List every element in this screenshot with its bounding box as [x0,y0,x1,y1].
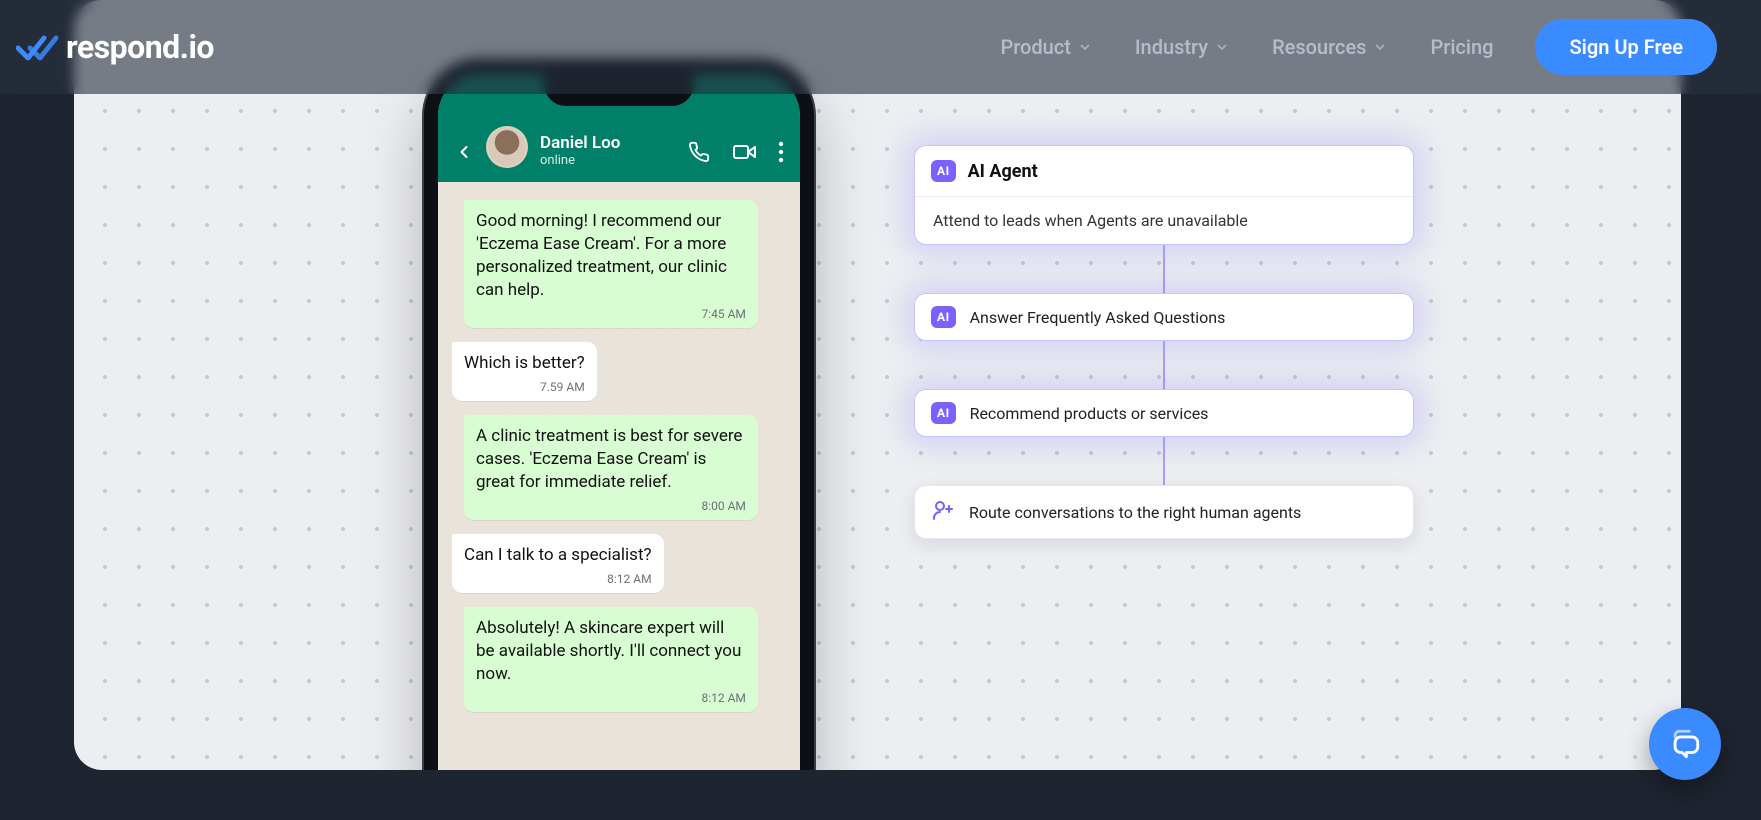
chat-bubble: Absolutely! A skincare expert will be av… [464,607,758,712]
ai-badge-icon: AI [931,306,956,328]
contact-status: online [540,153,620,168]
chevron-down-icon [1077,39,1093,55]
chat-bubble: A clinic treatment is best for severe ca… [464,415,758,520]
nav-label: Resources [1272,35,1366,59]
workflow-diagram: AI AI Agent Attend to leads when Agents … [914,145,1414,539]
chat-timestamp: 8:12 AM [464,571,652,587]
primary-nav: Product Industry Resources Pricing Sign … [1000,19,1717,75]
flow-step-label: Route conversations to the right human a… [969,503,1301,522]
phone-call-icon[interactable] [688,141,710,167]
nav-pricing[interactable]: Pricing [1430,35,1493,59]
contact-info[interactable]: Daniel Loo online [540,133,620,168]
flow-connector [1163,341,1165,389]
brand-logo[interactable]: respond.io [16,28,214,66]
ai-badge-icon: AI [931,402,956,424]
flow-connector [1163,245,1165,293]
chat-widget-button[interactable] [1649,708,1721,780]
brand-name: respond.io [66,28,214,66]
nav-label: Pricing [1430,35,1493,59]
flow-step: AI Answer Frequently Asked Questions [914,293,1414,341]
nav-product[interactable]: Product [1000,35,1092,59]
chat-bubble: Can I talk to a specialist? 8:12 AM [452,534,664,593]
back-arrow-icon[interactable] [454,142,474,168]
ai-badge-icon: AI [931,160,956,182]
chat-text: Good morning! I recommend our 'Eczema Ea… [476,211,727,300]
flow-step: Route conversations to the right human a… [914,485,1414,539]
chevron-down-icon [1214,39,1230,55]
phone-mockup: Daniel Loo online Good mo [424,60,814,770]
nav-industry[interactable]: Industry [1135,35,1230,59]
flow-step-label: Answer Frequently Asked Questions [970,308,1226,327]
chat-bubble: Which is better? 7.59 AM [452,342,597,401]
hero-panel: Daniel Loo online Good mo [74,0,1681,770]
flow-step-label: Recommend products or services [970,404,1209,423]
logo-mark-icon [16,30,60,64]
chat-timestamp: 8:12 AM [476,690,746,706]
chat-bubbles-icon [1668,727,1702,761]
more-menu-icon[interactable] [778,141,784,167]
video-call-icon[interactable] [732,140,756,168]
chat-text: Can I talk to a specialist? [464,545,652,565]
chevron-down-icon [1372,39,1388,55]
signup-button[interactable]: Sign Up Free [1535,19,1717,75]
nav-label: Industry [1135,35,1208,59]
phone-screen: Daniel Loo online Good mo [438,74,800,770]
nav-resources[interactable]: Resources [1272,35,1388,59]
chat-timestamp: 7.59 AM [464,379,585,395]
chat-bubble: Good morning! I recommend our 'Eczema Ea… [464,200,758,328]
chat-text: Which is better? [464,353,585,373]
contact-avatar[interactable] [486,126,528,168]
chat-text: Absolutely! A skincare expert will be av… [476,618,741,684]
site-header: respond.io Product Industry Resources Pr… [0,0,1761,94]
ai-agent-card: AI AI Agent Attend to leads when Agents … [914,145,1414,245]
flow-connector [1163,437,1165,485]
chat-timestamp: 8:00 AM [476,498,746,514]
dot-grid-bg [74,0,1681,770]
contact-name: Daniel Loo [540,133,620,153]
nav-label: Product [1000,35,1070,59]
ai-card-title: AI Agent [968,161,1038,182]
person-route-icon [931,498,955,526]
chat-text: A clinic treatment is best for severe ca… [476,426,742,492]
ai-card-subtitle: Attend to leads when Agents are unavaila… [915,197,1413,244]
flow-step: AI Recommend products or services [914,389,1414,437]
whatsapp-messages: Good morning! I recommend our 'Eczema Ea… [438,182,800,770]
chat-timestamp: 7:45 AM [476,306,746,322]
